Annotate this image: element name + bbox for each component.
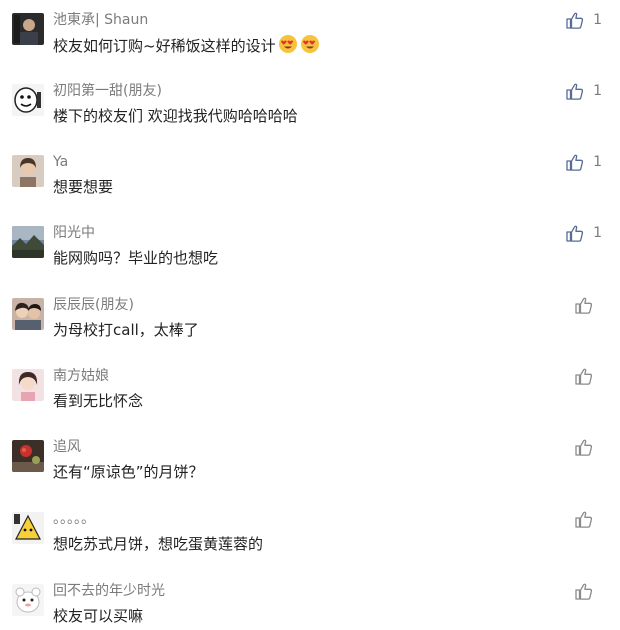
like-count: 1 [593, 225, 602, 241]
commenter-name[interactable]: 阳光中 [53, 223, 95, 243]
like-count: 1 [593, 154, 602, 170]
thumbs-up-icon[interactable] [566, 12, 584, 29]
like-count: 1 [593, 12, 602, 28]
like-button[interactable]: 1 [566, 223, 602, 243]
avatar[interactable] [12, 584, 44, 616]
avatar[interactable] [12, 440, 44, 472]
comment-item: 初阳第一甜(朋友) 楼下的校友们 欢迎找我代购哈哈哈哈 1 [0, 81, 620, 152]
commenter-name[interactable]: 南方姑娘 [53, 366, 109, 386]
comment-text: 能网购吗？毕业的也想吃 [53, 249, 219, 267]
commenter-name[interactable]: Ya [53, 152, 68, 172]
like-button[interactable] [575, 295, 602, 315]
thumbs-up-icon[interactable] [575, 439, 593, 456]
thumbs-up-icon[interactable] [575, 297, 593, 314]
avatar[interactable] [12, 512, 44, 544]
comment-item: 阳光中 能网购吗？毕业的也想吃 1 [0, 223, 620, 294]
thumbs-up-icon[interactable] [566, 225, 584, 242]
like-button[interactable] [575, 366, 602, 386]
commenter-name[interactable]: 追风 [53, 437, 81, 457]
like-button[interactable] [575, 437, 602, 457]
avatar[interactable] [12, 84, 44, 116]
comment-text: 校友可以买嘛 [53, 607, 144, 625]
commenter-name[interactable]: 。。。。。 [53, 509, 95, 529]
comment-text-content: 校友如何订购~好稀饭这样的设计 [53, 37, 276, 55]
thumbs-up-icon[interactable] [575, 583, 593, 600]
avatar[interactable] [12, 155, 44, 187]
like-button[interactable] [575, 581, 602, 601]
comment-item: 池東承| Shaun 校友如何订购~好稀饭这样的设计 1 [0, 10, 620, 81]
comment-item: 南方姑娘 看到无比怀念 [0, 366, 620, 437]
comment-text: 还有“原谅色”的月饼？ [53, 463, 204, 481]
like-count: 1 [593, 83, 602, 99]
commenter-name[interactable]: 回不去的年少时光 [53, 581, 165, 601]
comment-text: 楼下的校友们 欢迎找我代购哈哈哈哈 [53, 107, 298, 125]
heart-eyes-emoji-icon [278, 34, 298, 60]
comment-text: 为母校打call，太棒了 [53, 321, 199, 339]
comment-text: 看到无比怀念 [53, 392, 144, 410]
avatar[interactable] [12, 369, 44, 401]
commenter-name[interactable]: 初阳第一甜(朋友) [53, 81, 162, 101]
comment-text: 校友如何订购~好稀饭这样的设计 [53, 34, 320, 60]
commenter-name[interactable]: 池東承| Shaun [53, 10, 148, 30]
comment-item: 追风 还有“原谅色”的月饼？ [0, 437, 620, 508]
comment-item: 。。。。。 想吃苏式月饼，想吃蛋黄莲蓉的 [0, 509, 620, 580]
avatar[interactable] [12, 226, 44, 258]
comment-text: 想吃苏式月饼，想吃蛋黄莲蓉的 [53, 535, 264, 553]
thumbs-up-icon[interactable] [566, 83, 584, 100]
thumbs-up-icon[interactable] [575, 368, 593, 385]
heart-eyes-emoji-icon [300, 34, 320, 60]
comment-item: 回不去的年少时光 校友可以买嘛 [0, 581, 620, 630]
like-button[interactable]: 1 [566, 10, 602, 30]
avatar[interactable] [12, 13, 44, 45]
comment-item: 辰辰辰(朋友) 为母校打call，太棒了 [0, 295, 620, 366]
thumbs-up-icon[interactable] [575, 511, 593, 528]
commenter-name[interactable]: 辰辰辰(朋友) [53, 295, 134, 315]
like-button[interactable]: 1 [566, 152, 602, 172]
comment-list: 池東承| Shaun 校友如何订购~好稀饭这样的设计 1 初阳第一甜(朋友) 楼… [0, 0, 620, 630]
avatar[interactable] [12, 298, 44, 330]
comment-item: Ya 想要想要 1 [0, 152, 620, 223]
like-button[interactable]: 1 [566, 81, 602, 101]
thumbs-up-icon[interactable] [566, 154, 584, 171]
comment-text: 想要想要 [53, 178, 114, 196]
like-button[interactable] [575, 509, 602, 529]
